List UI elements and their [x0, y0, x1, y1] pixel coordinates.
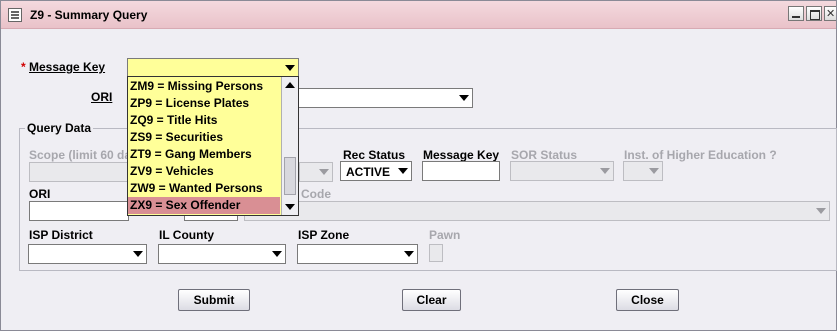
chevron-down-icon[interactable]	[398, 168, 408, 174]
isp-zone-dropdown[interactable]	[297, 244, 418, 264]
option-title-hits[interactable]: ZQ9 = Title Hits	[128, 112, 280, 129]
close-icon[interactable]	[824, 6, 836, 21]
pawn-checkbox	[429, 244, 443, 262]
rec-status-label: Rec Status	[343, 148, 406, 162]
il-county-label: IL County	[159, 228, 215, 242]
query-data-title: Query Data	[25, 121, 94, 135]
options-scrollbar[interactable]	[281, 77, 298, 215]
scroll-up-icon[interactable]	[285, 82, 295, 88]
maximize-icon[interactable]	[806, 6, 822, 21]
message-key-options-list[interactable]: ZM9 = Missing Persons ZP9 = License Plat…	[127, 76, 299, 216]
window-list-icon[interactable]	[8, 8, 22, 22]
close-button[interactable]: Close	[616, 289, 679, 311]
il-county-dropdown[interactable]	[158, 244, 286, 264]
minimize-icon[interactable]	[788, 6, 804, 21]
pawn-label: Pawn	[429, 228, 461, 242]
chevron-down-icon	[649, 168, 659, 174]
code-dropdown	[244, 201, 830, 221]
title-bar[interactable]: Z9 - Summary Query	[1, 1, 836, 29]
sor-status-dropdown	[510, 161, 614, 181]
chevron-down-icon[interactable]	[285, 65, 295, 71]
ori-label: ORI	[91, 90, 113, 104]
higher-ed-label: Inst. of Higher Education ?	[624, 148, 777, 162]
submit-button[interactable]: Submit	[178, 289, 250, 311]
option-gang-members[interactable]: ZT9 = Gang Members	[128, 146, 280, 163]
message-key-filter-field[interactable]	[422, 161, 500, 181]
isp-district-dropdown[interactable]	[28, 244, 147, 264]
required-marker: *	[21, 60, 26, 74]
chevron-down-icon[interactable]	[404, 251, 414, 257]
option-missing-persons[interactable]: ZM9 = Missing Persons	[128, 78, 280, 95]
message-key-label: * Message Key	[21, 60, 106, 74]
option-sex-offender[interactable]: ZX9 = Sex Offender	[128, 197, 280, 214]
scope-field	[29, 162, 129, 182]
option-license-plates[interactable]: ZP9 = License Plates	[128, 95, 280, 112]
message-key-dropdown[interactable]	[127, 58, 299, 78]
chevron-down-icon	[319, 169, 329, 175]
rec-status-value: ACTIVE	[346, 165, 391, 179]
isp-district-label: ISP District	[29, 228, 93, 242]
higher-ed-dropdown	[623, 161, 663, 181]
chevron-down-icon[interactable]	[272, 251, 282, 257]
message-key-filter-label: Message Key	[423, 148, 500, 162]
sor-status-label: SOR Status	[511, 148, 578, 162]
rec-status-dropdown[interactable]: ACTIVE	[340, 161, 412, 181]
option-vehicles[interactable]: ZV9 = Vehicles	[128, 163, 280, 180]
scroll-thumb[interactable]	[284, 157, 296, 195]
summary-query-window: Z9 - Summary Query * Message Key ORI Que…	[0, 0, 837, 331]
scope-label: Scope (limit 60 da	[29, 148, 132, 162]
ori-filter-label: ORI	[29, 187, 51, 201]
window-title: Z9 - Summary Query	[30, 8, 148, 22]
isp-zone-label: ISP Zone	[298, 228, 350, 242]
option-wanted-persons[interactable]: ZW9 = Wanted Persons	[128, 180, 280, 197]
ori-filter-field[interactable]	[29, 201, 129, 221]
scope-combo	[299, 162, 333, 182]
chevron-down-icon[interactable]	[459, 95, 469, 101]
clear-button[interactable]: Clear	[402, 289, 461, 311]
chevron-down-icon	[600, 168, 610, 174]
option-securities[interactable]: ZS9 = Securities	[128, 129, 280, 146]
chevron-down-icon	[816, 208, 826, 214]
scroll-down-icon[interactable]	[285, 204, 295, 210]
chevron-down-icon[interactable]	[133, 251, 143, 257]
code-label: Code	[301, 187, 331, 201]
